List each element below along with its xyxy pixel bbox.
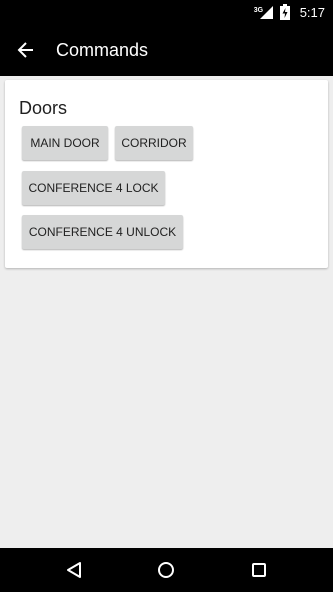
nav-back-icon xyxy=(65,561,83,579)
signal-strength-icon: 3G xyxy=(254,4,274,20)
doors-card: Doors MAIN DOOR CORRIDOR CONFERENCE 4 LO… xyxy=(5,80,328,268)
nav-recents-button[interactable] xyxy=(245,556,273,584)
page-title: Commands xyxy=(56,40,149,60)
conference-4-unlock-button[interactable]: CONFERENCE 4 UNLOCK xyxy=(22,215,183,249)
corridor-button[interactable]: CORRIDOR xyxy=(115,126,193,160)
conference-4-lock-button[interactable]: CONFERENCE 4 LOCK xyxy=(22,171,165,205)
nav-back-button[interactable] xyxy=(60,556,88,584)
navigation-bar xyxy=(0,548,333,592)
nav-home-icon xyxy=(157,561,175,579)
clock: 5:17 xyxy=(299,4,325,20)
app-bar: Commands xyxy=(0,24,333,76)
battery-icon xyxy=(279,4,290,20)
status-icons: 3G 5:17 xyxy=(254,0,325,24)
main-door-button[interactable]: MAIN DOOR xyxy=(22,126,108,160)
screen: 3G 5:17 Commands Doors MAIN DOOR CORRIDO… xyxy=(0,0,333,592)
network-type-label: 3G xyxy=(253,7,264,14)
nav-home-button[interactable] xyxy=(152,556,180,584)
status-bar: 3G 5:17 xyxy=(0,0,333,24)
arrow-back-icon xyxy=(17,41,35,59)
nav-recents-icon xyxy=(251,562,267,578)
back-button[interactable] xyxy=(10,34,42,66)
card-title: Doors xyxy=(19,98,68,118)
